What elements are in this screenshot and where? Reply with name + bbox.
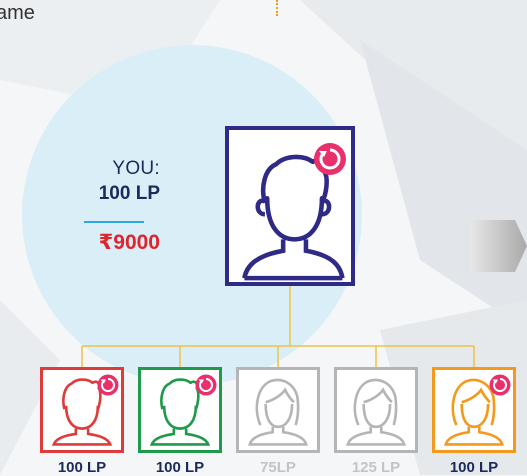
main-user-card[interactable] [225, 126, 355, 286]
female-user-icon [346, 378, 406, 446]
child-lp-value: 125 LP [351, 459, 401, 476]
child-card[interactable] [40, 367, 124, 453]
female-user-icon [248, 378, 308, 446]
child-lp-value: 100 LP [155, 459, 205, 476]
refresh-icon[interactable] [195, 374, 217, 396]
refresh-icon[interactable] [313, 142, 347, 176]
refresh-icon[interactable] [97, 374, 119, 396]
next-arrow-tab[interactable] [470, 220, 527, 272]
child-lp-value: 100 LP [449, 459, 499, 476]
child-card[interactable] [432, 367, 516, 453]
refresh-icon[interactable] [489, 374, 511, 396]
child-card[interactable] [138, 367, 222, 453]
child-lp-value: 75LP [260, 459, 296, 476]
child-card[interactable] [236, 367, 320, 453]
child-card[interactable] [334, 367, 418, 453]
child-lp-value: 100 LP [57, 459, 107, 476]
